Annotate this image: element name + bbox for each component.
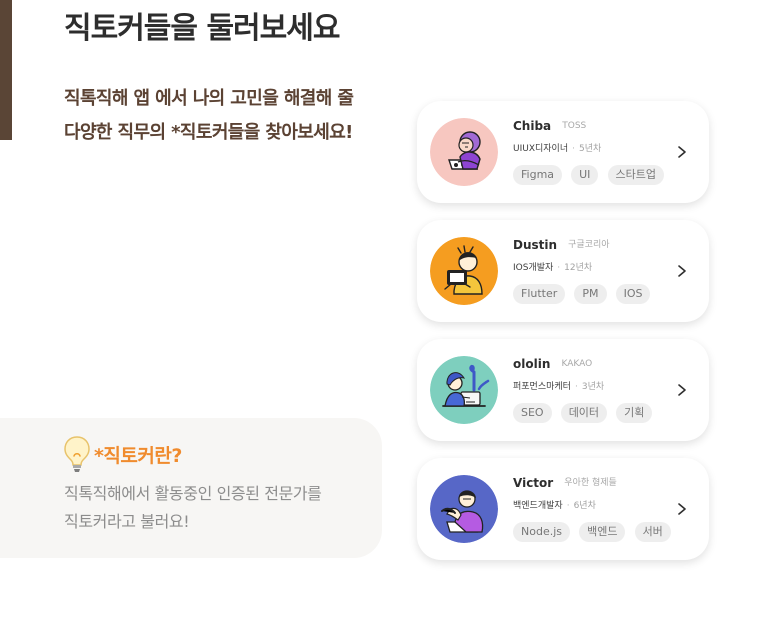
expert-tags: SEO 데이터 기획 — [513, 403, 683, 423]
expert-card-victor[interactable]: Victor 우아한 형제들 백엔드개발자 · 6년차 Node.js 백엔드 서버 — [417, 458, 709, 560]
role-separator: · — [574, 382, 578, 392]
lightbulb-icon — [64, 436, 90, 472]
chevron-right-icon[interactable] — [675, 381, 689, 399]
expert-name: Chiba — [513, 119, 552, 133]
expert-company: 구글코리아 — [568, 240, 610, 250]
intro-line-2: 다양한 직무의 *직토커들을 찾아보세요! — [64, 122, 353, 143]
expert-list: Chiba TOSS UIUX디자이너·5년차 Figma UI 스타트업 — [417, 101, 709, 577]
expert-tag: 백엔드 — [579, 522, 626, 542]
intro-line-1: 직톡직해 앱 에서 나의 고민을 해결해 줄 — [64, 88, 354, 109]
expert-name-row: Dustin 구글코리아 — [513, 235, 683, 256]
avatar — [430, 118, 498, 186]
ztalker-definition-panel: *직토커란? 직톡직해에서 활동중인 인증된 전문가를 직토커라고 불러요! — [0, 418, 382, 558]
expert-card-chiba[interactable]: Chiba TOSS UIUX디자이너 · 5년차 Figma UI 스타트업 — [417, 101, 709, 203]
brand-strip — [0, 0, 12, 140]
expert-info: Dustin 구글코리아 IOS개발자 · 12년차 Flutter PM IOS — [513, 235, 683, 304]
expert-years: 6년차 — [573, 501, 596, 511]
role-separator: · — [557, 263, 561, 273]
expert-tag: Node.js — [513, 522, 570, 542]
avatar — [430, 475, 498, 543]
role-separator: · — [566, 501, 570, 511]
expert-role: UIUX디자이너 — [513, 144, 569, 154]
developer-tablet-icon — [430, 237, 498, 305]
expert-tags: Flutter PM IOS — [513, 284, 683, 304]
expert-name-row: Chiba TOSS — [513, 116, 683, 137]
definition-line-1: 직톡직해에서 활동중인 인증된 전문가를 — [64, 484, 322, 503]
expert-name: ololin — [513, 357, 551, 371]
expert-company: KAKAO — [561, 359, 593, 369]
page-title: 직토커들을 둘러보세요 — [64, 11, 340, 46]
expert-role-row: UIUX디자이너 · 5년차 — [513, 141, 683, 157]
expert-tags: Node.js 백엔드 서버 — [513, 522, 683, 542]
chevron-right-icon[interactable] — [675, 262, 689, 280]
expert-card-dustin[interactable]: Dustin 구글코리아 IOS개발자 · 12년차 Flutter PM IOS — [417, 220, 709, 322]
expert-tag: 스타트업 — [607, 165, 664, 185]
designer-laptop-icon — [430, 118, 498, 186]
expert-name: Dustin — [513, 238, 558, 252]
expert-tag: UI — [571, 165, 599, 185]
definition-title: *직토커란? — [94, 445, 182, 467]
expert-tag: Figma — [513, 165, 563, 185]
expert-tag: PM — [574, 284, 607, 304]
expert-role: 백엔드개발자 — [513, 501, 563, 511]
backend-laptop-icon — [430, 475, 498, 543]
expert-role: IOS개발자 — [513, 263, 554, 273]
expert-name-row: Victor 우아한 형제들 — [513, 473, 683, 494]
expert-company: TOSS — [562, 121, 587, 131]
avatar — [430, 237, 498, 305]
expert-role-row: 퍼포먼스마케터 · 3년차 — [513, 379, 683, 395]
chevron-right-icon[interactable] — [675, 500, 689, 518]
expert-role-row: IOS개발자 · 12년차 — [513, 260, 683, 276]
role-separator: · — [572, 144, 575, 154]
expert-tag: 데이터 — [560, 403, 608, 423]
expert-name-row: ololin KAKAO — [513, 354, 683, 375]
expert-tag: 기획 — [616, 403, 653, 423]
expert-tags: Figma UI 스타트업 — [513, 165, 683, 185]
expert-name: Victor — [513, 476, 554, 490]
expert-info: Chiba TOSS UIUX디자이너 · 5년차 Figma UI 스타트업 — [513, 116, 683, 185]
intro-copy: 직톡직해 앱 에서 나의 고민을 해결해 줄 다양한 직무의 *직토커들을 찾아… — [64, 82, 404, 150]
expert-years: 12년차 — [564, 263, 593, 273]
definition-line-2: 직토커라고 불러요! — [64, 512, 190, 531]
expert-role-row: 백엔드개발자 · 6년차 — [513, 498, 683, 514]
expert-info: Victor 우아한 형제들 백엔드개발자 · 6년차 Node.js 백엔드 서버 — [513, 473, 683, 542]
expert-info: ololin KAKAO 퍼포먼스마케터 · 3년차 SEO 데이터 기획 — [513, 354, 683, 423]
expert-tag: 서버 — [634, 522, 671, 542]
chevron-right-icon[interactable] — [675, 143, 689, 161]
marketer-desk-icon — [430, 356, 498, 424]
expert-introduction-section: 직토커들을 둘러보세요 직톡직해 앱 에서 나의 고민을 해결해 줄 다양한 직… — [0, 0, 773, 621]
expert-tag: SEO — [513, 403, 552, 423]
expert-card-ololin[interactable]: ololin KAKAO 퍼포먼스마케터 · 3년차 SEO 데이터 기획 — [417, 339, 709, 441]
expert-years: 3년차 — [581, 382, 605, 392]
expert-role: 퍼포먼스마케터 — [513, 382, 571, 392]
expert-company: 우아한 형제들 — [564, 478, 617, 488]
expert-tag: Flutter — [513, 284, 566, 304]
expert-tag: IOS — [615, 284, 651, 304]
avatar — [430, 356, 498, 424]
expert-years: 5년차 — [579, 144, 602, 154]
